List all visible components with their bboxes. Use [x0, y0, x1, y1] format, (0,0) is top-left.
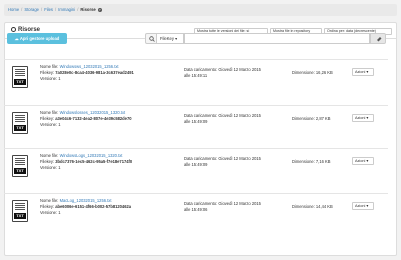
breadcrumb-current: Risorse — [80, 7, 96, 12]
txt-file-icon: TXT — [12, 200, 28, 222]
file-size: Dimensione: 2,87 KB — [292, 116, 330, 121]
file-name-link[interactable]: WindowsLogs_12032015_1320.txt — [60, 153, 123, 158]
filekey-label: Filekey: — [40, 116, 55, 122]
eraser-icon — [377, 37, 382, 42]
search-input[interactable] — [184, 33, 370, 44]
version-label: Versione: — [40, 122, 58, 128]
caret-down-icon: ▾ — [173, 36, 178, 41]
open-upload-manager-button[interactable]: ☁ Apri gestore upload — [7, 33, 67, 44]
help-icon[interactable]: ? — [97, 7, 102, 12]
txt-file-icon: TXT — [12, 112, 28, 134]
caret-down-icon: ▾ — [365, 204, 369, 208]
filekey-value: a3e04c6-7132-4ea2-807e-4e39c582de70 — [55, 116, 132, 122]
file-size: Dimensione: 14,44 KB — [292, 204, 333, 209]
size-label: Dimensione: — [292, 159, 315, 164]
upload-date: Data caricamento: Giovedì 12 Marzo 2015 a… — [184, 156, 261, 168]
breadcrumb-home[interactable]: Home — [8, 7, 19, 12]
upload-time-value: alle 15:49:09 — [184, 119, 208, 125]
filekey-label: Filekey: — [40, 204, 55, 210]
actions-dropdown[interactable]: Azioni ▾ — [352, 157, 374, 165]
size-value: 2,87 KB — [315, 116, 331, 121]
file-row: TXT Nome file: MacLog_12032015_1256.txt Fi… — [4, 193, 388, 227]
filekey-value: 7a028e0c-8ca4-4036-981a-3c637ead2491 — [55, 70, 134, 76]
upload-date: Data caricamento: Giovedì 12 Marzo 2015 a… — [184, 113, 261, 125]
filekey-value: abe6006e-6151-4f66-b002-57b8120462a — [55, 204, 132, 210]
upload-date-value: Giovedì 12 Marzo 2015 — [218, 67, 261, 72]
filekey-label: Filekey: — [40, 70, 55, 76]
caret-down-icon: ▾ — [365, 70, 369, 74]
upload-date-value: Giovedì 12 Marzo 2015 — [218, 201, 261, 206]
filekey-label: Filekey: — [40, 159, 55, 165]
upload-time-value: alle 15:49:06 — [184, 207, 208, 213]
txt-file-icon: TXT — [12, 155, 28, 177]
filekey-label: FileKey — [160, 36, 174, 41]
file-meta: Nome file: Windowslosses_12032015_1320.t… — [40, 110, 132, 129]
version-value: 1 — [58, 210, 61, 216]
version-value: 1 — [58, 165, 61, 171]
breadcrumb: Home / Storage / Files / Immagini / Risorse? — [4, 4, 397, 16]
version-label: Versione: — [40, 165, 58, 171]
name-label: Nome file: — [40, 110, 59, 115]
version-value: 1 — [58, 122, 61, 128]
upload-button-label: Apri gestore upload — [19, 36, 60, 41]
filekey-value: 3bdc7376-1ec5-462c-95a5-f7e18e7174f0 — [55, 159, 133, 165]
size-label: Dimensione: — [292, 204, 315, 209]
size-value: 7,16 KB — [315, 159, 331, 164]
size-label: Dimensione: — [292, 70, 315, 75]
caret-down-icon: ▾ — [365, 159, 369, 163]
file-row: TXT Nome file: WindowsLogs_12032015_1320.… — [4, 148, 388, 182]
file-meta: Nome file: Windowsws_12032015_1256.txt Fi… — [40, 64, 134, 83]
size-value: 16,26 KB — [315, 70, 333, 75]
upload-date-label: Data caricamento: — [184, 201, 218, 206]
upload-date-label: Data caricamento: — [184, 113, 218, 118]
clear-search-button[interactable] — [370, 33, 386, 44]
size-value: 14,44 KB — [315, 204, 333, 209]
file-meta: Nome file: MacLog_12032015_1256.txt Filek… — [40, 198, 131, 217]
caret-down-icon: ▾ — [365, 116, 369, 120]
breadcrumb-immagini[interactable]: Immagini — [58, 7, 75, 12]
file-size: Dimensione: 16,26 KB — [292, 70, 333, 75]
upload-date-label: Data caricamento: — [184, 67, 218, 72]
actions-label: Azioni — [355, 204, 366, 208]
name-label: Nome file: — [40, 153, 59, 158]
file-name-link[interactable]: Windowslosses_12032015_1320.txt — [60, 110, 126, 115]
upload-time-value: alle 15:49:11 — [184, 73, 208, 79]
actions-dropdown[interactable]: Azioni ▾ — [352, 114, 374, 122]
breadcrumb-storage[interactable]: Storage — [24, 7, 39, 12]
version-label: Versione: — [40, 210, 58, 216]
upload-date-value: Giovedì 12 Marzo 2015 — [218, 113, 261, 118]
upload-time-value: alle 15:49:09 — [184, 162, 208, 168]
file-row: TXT Nome file: Windowsws_12032015_1256.tx… — [4, 59, 388, 93]
size-label: Dimensione: — [292, 116, 315, 121]
upload-date: Data caricamento: Giovedì 12 Marzo 2015 a… — [184, 67, 261, 79]
breadcrumb-files[interactable]: Files — [44, 7, 53, 12]
file-name-link[interactable]: MacLog_12032015_1256.txt — [60, 198, 112, 203]
upload-date-value: Giovedì 12 Marzo 2015 — [218, 156, 261, 161]
version-value: 1 — [58, 76, 61, 82]
name-label: Nome file: — [40, 198, 59, 203]
txt-file-icon: TXT — [12, 66, 28, 88]
upload-date-label: Data caricamento: — [184, 156, 218, 161]
file-meta: Nome file: WindowsLogs_12032015_1320.txt… — [40, 153, 132, 172]
actions-label: Azioni — [355, 116, 366, 120]
actions-dropdown[interactable]: Azioni ▾ — [352, 68, 374, 76]
file-row: TXT Nome file: Windowslosses_12032015_132… — [4, 105, 388, 139]
name-label: Nome file: — [40, 64, 59, 69]
upload-date: Data caricamento: Giovedì 12 Marzo 2015 a… — [184, 201, 261, 213]
actions-dropdown[interactable]: Azioni ▾ — [352, 202, 374, 210]
file-name-link[interactable]: Windowsws_12032015_1256.txt — [60, 64, 119, 69]
actions-label: Azioni — [355, 70, 366, 74]
search-icon — [149, 36, 155, 42]
filekey-dropdown[interactable]: FileKey ▾ — [156, 33, 184, 44]
actions-label: Azioni — [355, 159, 366, 163]
version-label: Versione: — [40, 76, 58, 82]
circle-icon — [11, 27, 16, 32]
file-size: Dimensione: 7,16 KB — [292, 159, 330, 164]
